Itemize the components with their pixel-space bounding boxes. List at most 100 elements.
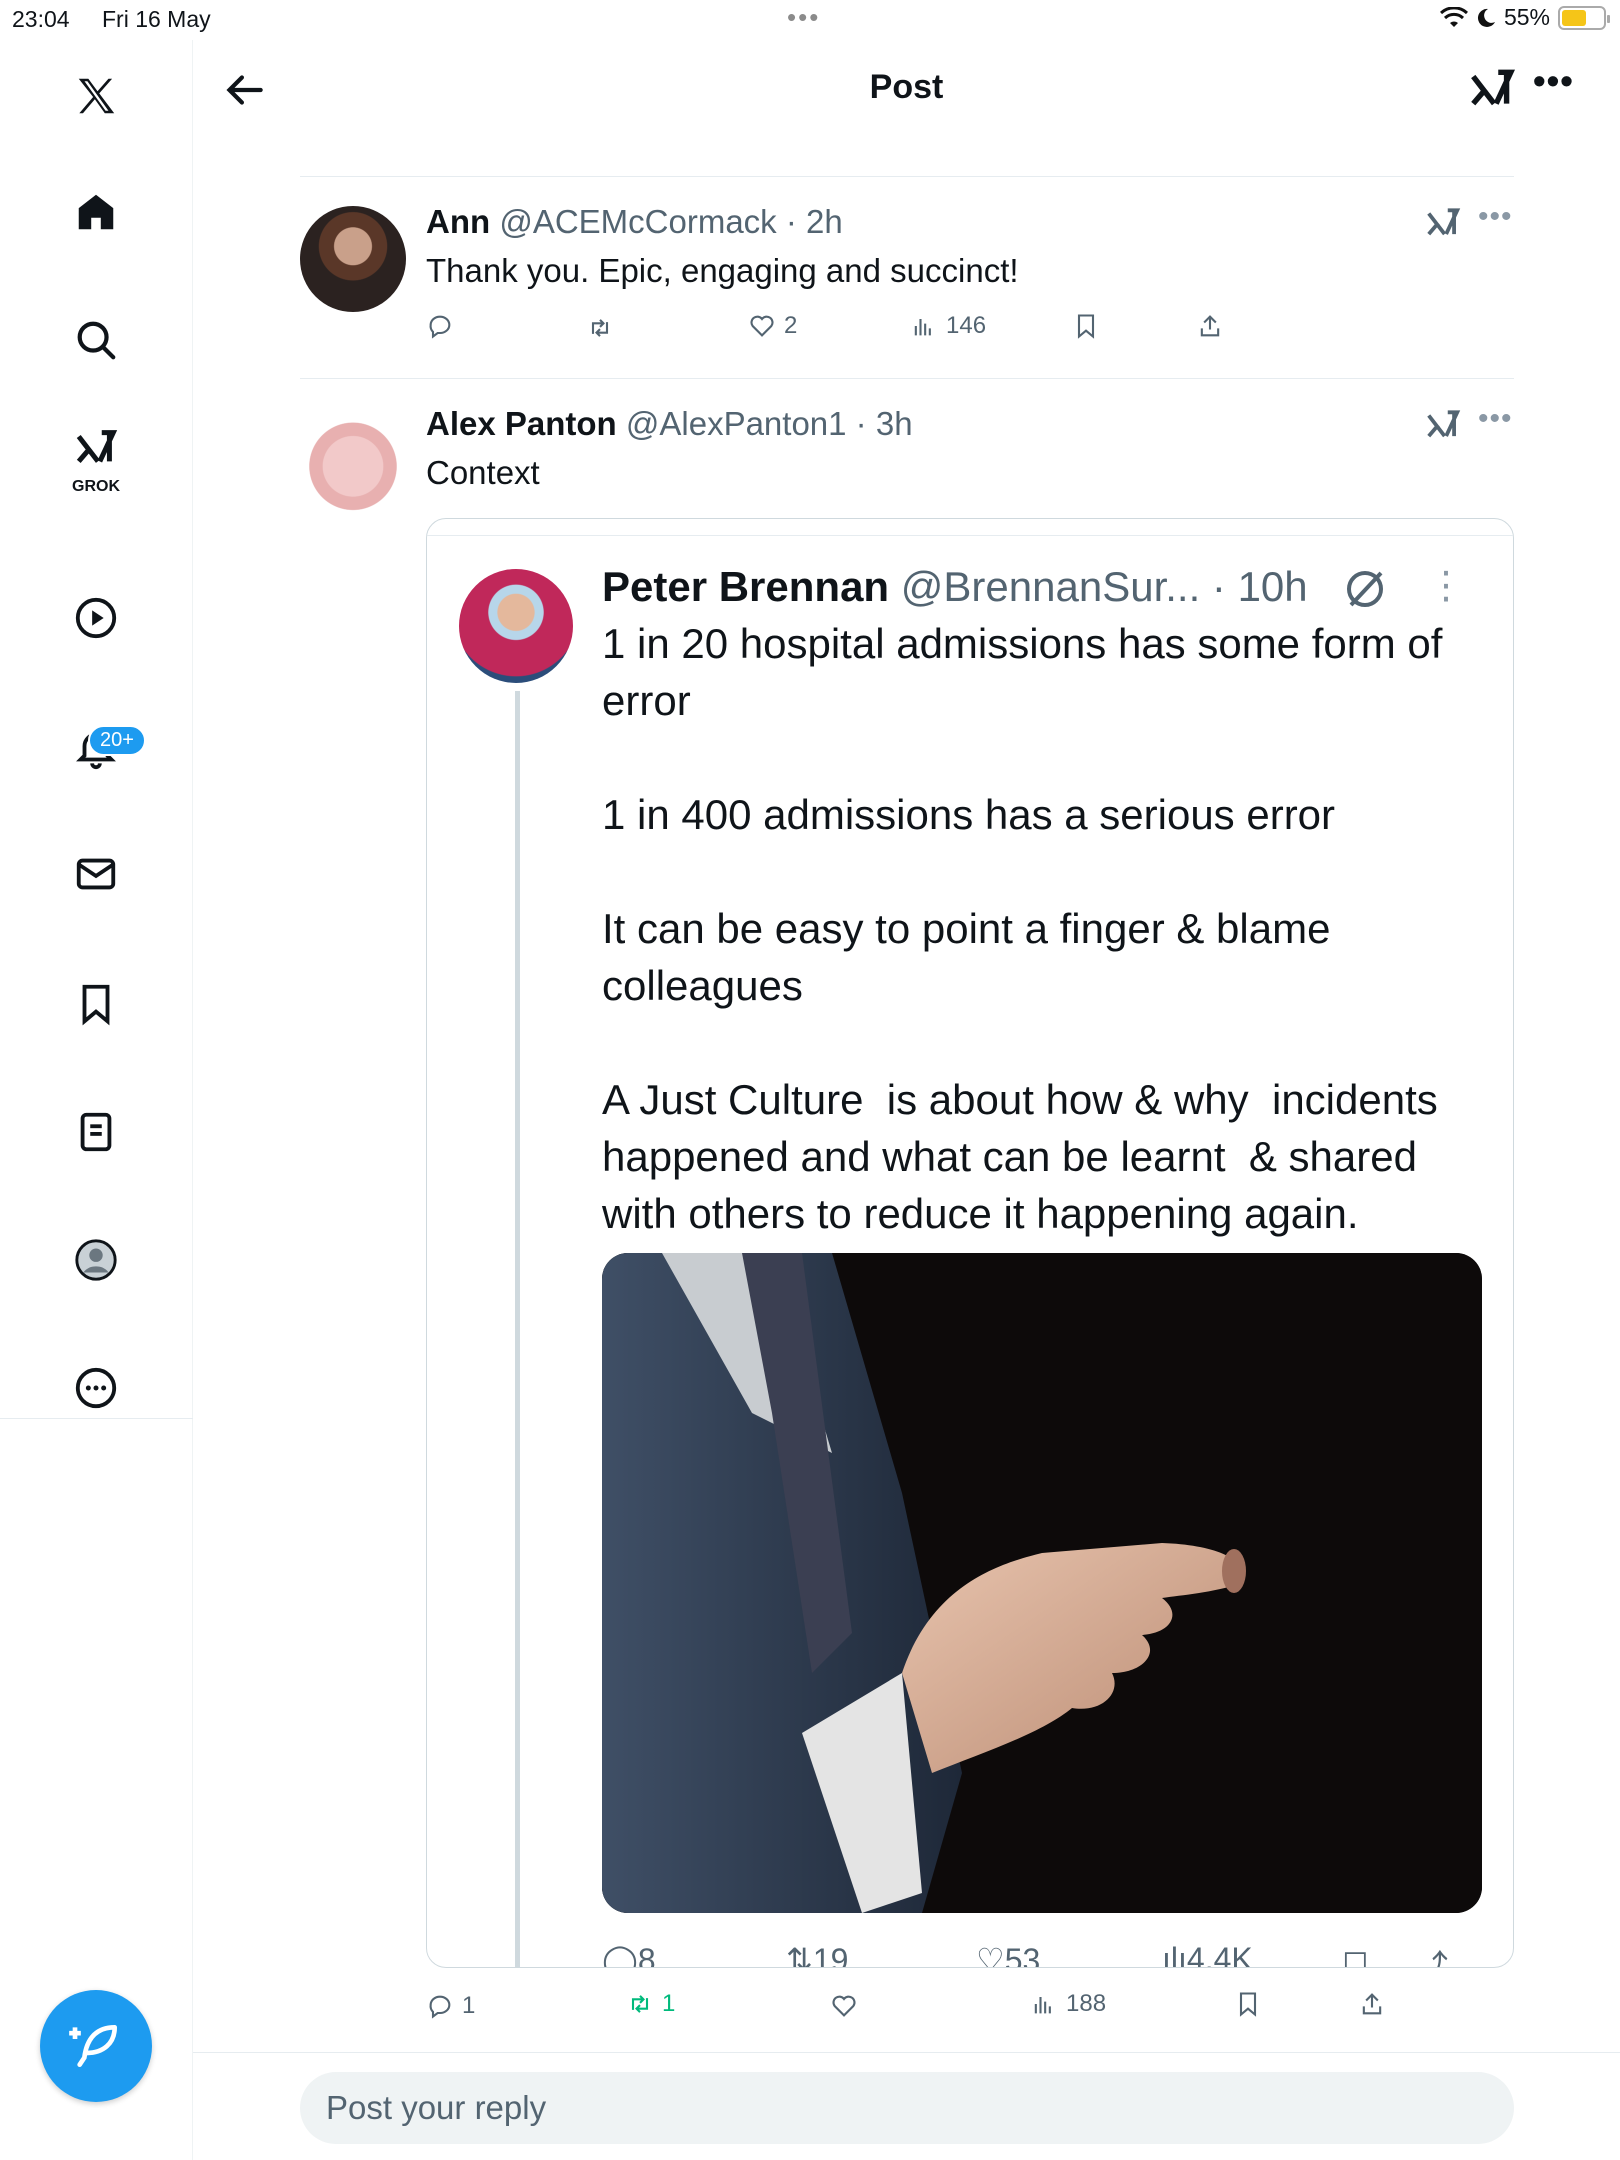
battery-icon: [1558, 5, 1610, 30]
avatar[interactable]: [300, 206, 406, 312]
repost-icon: [591, 319, 609, 337]
bookmark-icon: [1077, 314, 1095, 339]
divider: [427, 535, 1513, 536]
author-name[interactable]: Alex Panton: [426, 405, 617, 442]
quoted-post-card[interactable]: Peter Brennan @BrennanSur... · 10h ⋮ 1 i…: [426, 518, 1514, 1968]
quoted-tweet-text: 1 in 20 hospital admissions has some for…: [602, 620, 1443, 1237]
views-chart-icon: [914, 319, 931, 336]
views-count: 188: [1066, 1990, 1107, 2017]
page-title: Post: [869, 68, 944, 106]
divider: [300, 378, 1514, 379]
share-button[interactable]: [1196, 312, 1224, 340]
reply-input[interactable]: Post your reply: [300, 2072, 1514, 2144]
quote-replies[interactable]: ◯8: [602, 1941, 656, 1968]
quote-likes[interactable]: ♡53: [976, 1941, 1040, 1967]
tweet-more-button[interactable]: •••: [1478, 402, 1513, 436]
repost-button[interactable]: [586, 314, 614, 342]
reply-placeholder: Post your reply: [326, 2089, 547, 2126]
quoted-author-line: Peter Brennan @BrennanSur... · 10h: [602, 563, 1308, 610]
quote-views-count: 4.4K: [1186, 1941, 1253, 1968]
heart-icon: [750, 315, 774, 337]
tweet-author-line: Alex Panton @AlexPanton1 · 3h: [426, 405, 913, 442]
tweet-author-line: Ann @ACEMcCormack · 2h: [426, 203, 843, 240]
compose-post-button[interactable]: [40, 1990, 152, 2102]
share-icon: [1362, 1993, 1382, 2015]
messages-icon[interactable]: [64, 842, 128, 906]
tweet-time[interactable]: 2h: [806, 203, 843, 240]
author-name[interactable]: Ann: [426, 203, 490, 240]
search-icon[interactable]: [64, 308, 128, 372]
profile-avatar-icon[interactable]: [64, 1228, 128, 1292]
tweet-text: Context: [426, 454, 540, 491]
compose-feather-icon: [69, 2025, 117, 2067]
share-icon: [1200, 315, 1220, 337]
notifications-badge: 20+: [88, 725, 146, 756]
quote-more-button[interactable]: ⋮: [1427, 563, 1465, 608]
reply-icon: [429, 1995, 451, 2019]
views-count: 146: [946, 312, 987, 339]
reply-divider: [193, 2052, 1620, 2053]
repost-icon: [631, 1995, 649, 2013]
quote-reposts[interactable]: ⇅19: [786, 1941, 848, 1967]
bookmark-button[interactable]: [1234, 1990, 1262, 2018]
header: Post •••: [193, 40, 1620, 140]
grok-icon[interactable]: [64, 416, 128, 480]
bookmarks-icon[interactable]: [64, 972, 128, 1036]
home-icon[interactable]: [64, 180, 128, 244]
like-button[interactable]: 2: [748, 312, 797, 340]
battery-percent: 55%: [1503, 4, 1550, 30]
views-button[interactable]: 146: [910, 312, 986, 340]
lists-icon[interactable]: [64, 1100, 128, 1164]
status-bar: 23:04 Fri 16 May ••• 55%: [0, 0, 1620, 40]
tweet-text: Thank you. Epic, engaging and succinct!: [426, 252, 1019, 289]
author-handle[interactable]: @ACEMcCormack: [499, 203, 776, 240]
x-logo-icon[interactable]: [64, 64, 128, 128]
tweet-time[interactable]: 10h: [1238, 563, 1308, 610]
thread-line: [515, 691, 520, 1967]
grok-slash-icon[interactable]: [1341, 565, 1389, 613]
avatar[interactable]: [459, 569, 573, 683]
views-chart-icon: [1034, 1997, 1051, 2014]
views-button[interactable]: 188: [1030, 1990, 1106, 2018]
video-icon[interactable]: [64, 586, 128, 650]
pointing-finger-image[interactable]: [602, 1253, 1482, 1913]
grok-icon[interactable]: [1467, 64, 1517, 114]
reply-icon: [429, 315, 451, 339]
tweet-more-button[interactable]: •••: [1478, 200, 1513, 234]
heart-icon: [832, 1995, 856, 2017]
quote-replies-count: 8: [637, 1942, 656, 1968]
repost-button[interactable]: 1: [626, 1990, 675, 2018]
avatar[interactable]: [300, 408, 406, 514]
sidebar: GROK 20+: [0, 40, 193, 2160]
more-options-icon[interactable]: [64, 1356, 128, 1420]
share-button[interactable]: [1358, 1990, 1386, 2018]
multitasking-dots[interactable]: •••: [787, 2, 820, 33]
status-time: 23:04: [12, 6, 70, 32]
author-name[interactable]: Peter Brennan: [602, 563, 889, 610]
bookmark-button[interactable]: [1072, 312, 1100, 340]
quote-bookmark[interactable]: ◻: [1342, 1941, 1369, 1967]
status-indicators: 55%: [1439, 4, 1610, 31]
divider: [300, 176, 1514, 177]
reply-button[interactable]: [426, 312, 454, 340]
grok-icon[interactable]: [1424, 204, 1462, 242]
grok-label: GROK: [72, 478, 120, 495]
author-handle[interactable]: @BrennanSur...: [901, 563, 1200, 610]
tweet-time[interactable]: 3h: [876, 405, 913, 442]
quote-share[interactable]: ⤴: [1416, 1941, 1448, 1967]
quote-views[interactable]: ılı4.4K: [1162, 1941, 1253, 1968]
moon-icon: [1477, 8, 1495, 27]
grok-icon[interactable]: [1424, 406, 1462, 444]
header-more-button[interactable]: •••: [1533, 60, 1574, 102]
bookmark-icon: [1239, 1992, 1257, 2017]
like-button[interactable]: [830, 1992, 858, 2020]
wifi-icon: [1439, 6, 1468, 27]
quoted-action-bar: ◯8 ⇅19 ♡53 ılı4.4K ◻ ⤴: [602, 1941, 1482, 1968]
like-count: 2: [784, 312, 798, 339]
repost-count: 1: [662, 1990, 676, 2017]
sidebar-divider: [0, 1418, 193, 1419]
status-date: Fri 16 May: [102, 6, 211, 32]
reply-count: 1: [462, 1992, 476, 2019]
author-handle[interactable]: @AlexPanton1: [626, 405, 847, 442]
reply-button[interactable]: 1: [426, 1992, 475, 2020]
